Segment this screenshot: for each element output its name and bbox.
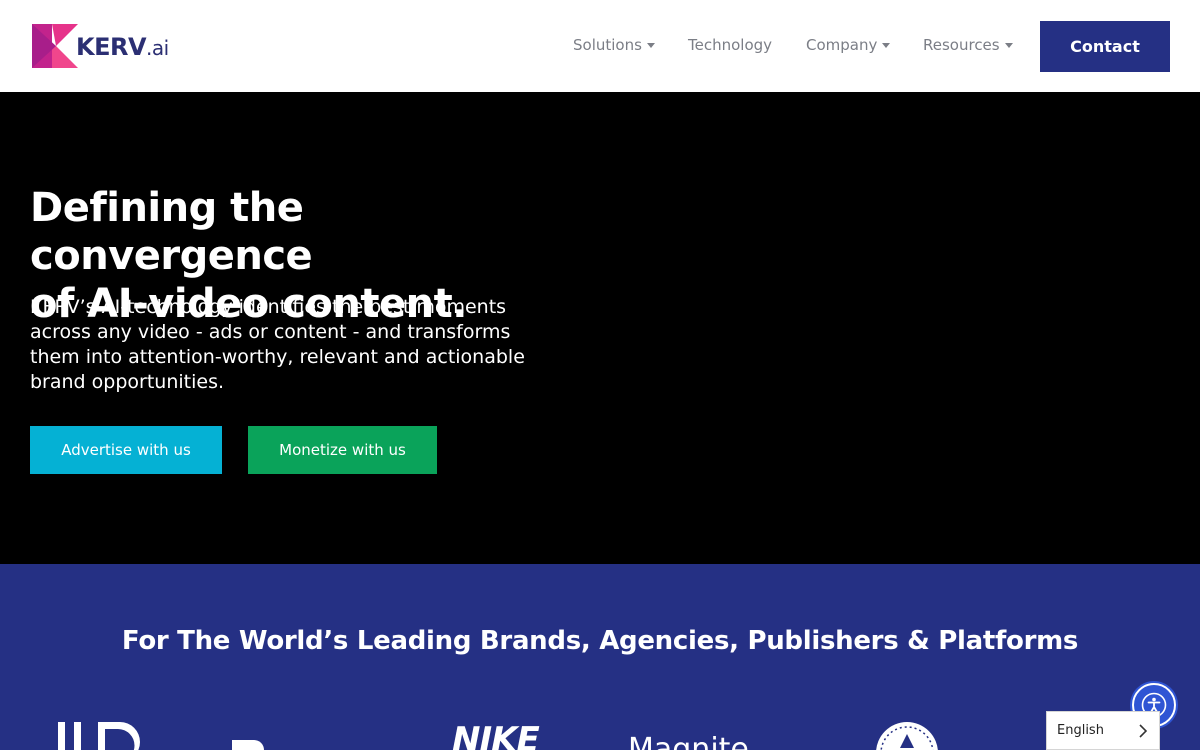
- chevron-right-icon: [1139, 724, 1147, 738]
- nav-technology[interactable]: Technology: [688, 36, 772, 54]
- caret-down-icon: [882, 42, 891, 48]
- seal-logo-icon: [876, 722, 938, 750]
- brands-section: For The World’s Leading Brands, Agencies…: [0, 564, 1200, 750]
- hero-description: KERV’s AI-technology identifies the best…: [30, 295, 570, 395]
- magnite-logo: Magnite: [628, 732, 749, 750]
- brands-title: For The World’s Leading Brands, Agencies…: [121, 626, 1079, 656]
- brand-logo-1-icon: [58, 722, 140, 750]
- hero-text-line: KERV’s AI-technology identifies the best…: [30, 296, 507, 318]
- monetize-button[interactable]: Monetize with us: [248, 426, 437, 474]
- nav-company[interactable]: Company: [806, 36, 891, 54]
- nav-solutions-label: Solutions: [573, 36, 642, 54]
- hero-text-line: brand opportunities.: [30, 371, 225, 393]
- hero-title-line: Defining the convergence: [30, 185, 313, 279]
- hero-text-line: across any video - ads or content - and …: [30, 321, 511, 343]
- language-label: English: [1057, 723, 1104, 738]
- caret-down-icon: [646, 42, 655, 48]
- site-header: KERV.ai Solutions Technology Company Res…: [0, 0, 1200, 92]
- advertise-button[interactable]: Advertise with us: [30, 426, 222, 474]
- caret-down-icon: [1004, 42, 1013, 48]
- logo-wordmark: KERV.ai: [76, 33, 169, 61]
- nav-solutions[interactable]: Solutions: [573, 36, 655, 54]
- kerv-logo-mark-icon: [32, 24, 78, 68]
- contact-button[interactable]: Contact: [1040, 21, 1170, 72]
- nav-resources[interactable]: Resources: [923, 36, 1013, 54]
- language-selector[interactable]: English: [1046, 711, 1160, 750]
- nav-company-label: Company: [806, 36, 878, 54]
- hero-section: Defining the convergence of AI-video con…: [0, 92, 1200, 564]
- brand-logo-2-icon: [232, 740, 264, 750]
- nav-technology-label: Technology: [688, 36, 773, 54]
- nav-resources-label: Resources: [923, 36, 1000, 54]
- nike-logo: NIKE: [452, 720, 540, 750]
- kerv-logo[interactable]: KERV.ai: [32, 24, 169, 68]
- hero-text-line: them into attention-worthy, relevant and…: [30, 346, 525, 368]
